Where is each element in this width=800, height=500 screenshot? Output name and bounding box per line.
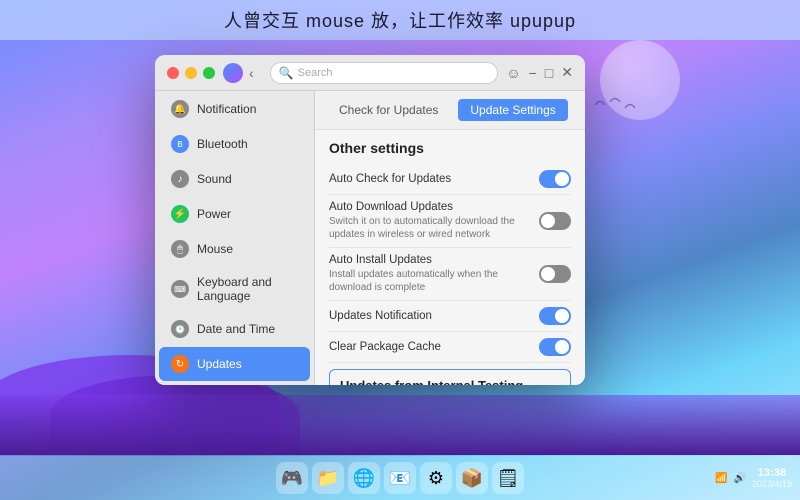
mouse-icon: 🖱: [171, 240, 189, 258]
notification-knob: [555, 309, 569, 323]
power-icon: ⚡: [171, 205, 189, 223]
internal-testing-title: Updates from Internal Testing Sources: [340, 378, 560, 385]
taskbar-clock: 13:38 2023/4/19: [752, 467, 792, 489]
setting-row-clear-cache: Clear Package Cache: [329, 332, 571, 363]
bluetooth-icon: B: [171, 135, 189, 153]
sidebar-label-mouse: Mouse: [197, 242, 233, 256]
setting-row-auto-download: Auto Download Updates Switch it on to au…: [329, 195, 571, 248]
min-icon[interactable]: −: [529, 65, 537, 81]
close-button[interactable]: [167, 67, 179, 79]
sidebar-label-keyboard: Keyboard and Language: [197, 275, 298, 303]
top-banner: 人曾交互 mouse 放，让工作效率 upupup: [0, 0, 800, 40]
keyboard-icon: ⌨: [171, 280, 189, 298]
window-controls: [167, 67, 215, 79]
emoji-icon[interactable]: ☺: [506, 65, 520, 81]
taskbar-date: 2023/4/19: [752, 479, 792, 489]
clear-cache-toggle[interactable]: [539, 338, 571, 356]
taskbar-app-6[interactable]: 🗒: [492, 462, 524, 494]
notification-icon: 🔔: [171, 100, 189, 118]
taskbar-time: 13:38: [752, 467, 792, 479]
sidebar-item-sound[interactable]: ♪ Sound: [159, 162, 310, 196]
clear-cache-label: Clear Package Cache: [329, 341, 539, 353]
auto-download-desc: Switch it on to automatically download t…: [329, 215, 531, 241]
taskbar-app-5[interactable]: 📦: [456, 462, 488, 494]
taskbar-app-2[interactable]: 🌐: [348, 462, 380, 494]
sidebar-item-datetime[interactable]: 🕐 Date and Time: [159, 312, 310, 346]
auto-install-desc: Install updates automatically when the d…: [329, 268, 531, 294]
titlebar-icons: ☺ − □ ✕: [506, 64, 573, 81]
datetime-icon: 🕐: [171, 320, 189, 338]
search-placeholder: Search: [298, 67, 333, 79]
close-icon[interactable]: ✕: [561, 64, 573, 81]
sidebar-label-datetime: Date and Time: [197, 322, 275, 336]
back-icon[interactable]: ‹: [249, 65, 254, 81]
auto-check-knob: [555, 172, 569, 186]
settings-window: ‹ 🔍 Search ☺ − □ ✕ 🔔 Notification B Blue…: [155, 55, 585, 385]
content-area: Check for Updates Update Settings Other …: [315, 91, 585, 385]
sidebar-label-bluetooth: Bluetooth: [197, 137, 248, 151]
auto-download-label: Auto Download Updates: [329, 201, 531, 213]
sidebar-item-keyboard[interactable]: ⌨ Keyboard and Language: [159, 267, 310, 311]
sidebar-item-power[interactable]: ⚡ Power: [159, 197, 310, 231]
auto-download-knob: [541, 214, 555, 228]
app-logo: [223, 63, 243, 83]
sound-icon: ♪: [171, 170, 189, 188]
auto-check-label: Auto Check for Updates: [329, 173, 539, 185]
auto-install-info: Auto Install Updates Install updates aut…: [329, 254, 531, 294]
setting-row-notification: Updates Notification: [329, 301, 571, 332]
maximize-button[interactable]: [203, 67, 215, 79]
taskbar-app-4[interactable]: ⚙: [420, 462, 452, 494]
sidebar-item-general[interactable]: ⚙ General Settings: [159, 382, 310, 385]
sidebar-label-updates: Updates: [197, 357, 242, 371]
tab-check-updates[interactable]: Check for Updates: [327, 99, 450, 121]
setting-row-auto-install: Auto Install Updates Install updates aut…: [329, 248, 571, 301]
taskbar-sound-icon: 🔊: [734, 473, 746, 484]
search-icon: 🔍: [279, 66, 294, 80]
notification-toggle[interactable]: [539, 307, 571, 325]
tab-update-settings[interactable]: Update Settings: [458, 99, 567, 121]
sidebar-label-power: Power: [197, 207, 231, 221]
auto-install-toggle[interactable]: [539, 265, 571, 283]
search-box[interactable]: 🔍 Search: [270, 62, 499, 84]
taskbar-right: 📶 🔊 13:38 2023/4/19: [715, 467, 792, 489]
taskbar-app-0[interactable]: 🎮: [276, 462, 308, 494]
taskbar-wifi-icon: 📶: [715, 473, 727, 484]
sidebar-label-notification: Notification: [197, 102, 256, 116]
clear-cache-knob: [555, 340, 569, 354]
banner-text: 人曾交互 mouse 放，让工作效率 upupup: [224, 7, 576, 33]
titlebar: ‹ 🔍 Search ☺ − □ ✕: [155, 55, 585, 91]
taskbar-app-3[interactable]: 📧: [384, 462, 416, 494]
auto-install-knob: [541, 267, 555, 281]
taskbar: 🎮 📁 🌐 📧 ⚙ 📦 🗒 📶 🔊 13:38 2023/4/19: [0, 456, 800, 500]
sidebar-item-mouse[interactable]: 🖱 Mouse: [159, 232, 310, 266]
sidebar-label-sound: Sound: [197, 172, 232, 186]
notification-label: Updates Notification: [329, 310, 539, 322]
setting-row-auto-check: Auto Check for Updates: [329, 164, 571, 195]
sidebar-item-updates[interactable]: ↻ Updates: [159, 347, 310, 381]
sidebar: 🔔 Notification B Bluetooth ♪ Sound ⚡ Pow…: [155, 91, 315, 385]
max-icon[interactable]: □: [545, 65, 553, 81]
minimize-button[interactable]: [185, 67, 197, 79]
settings-content: Other settings Auto Check for Updates Au…: [315, 130, 585, 385]
auto-check-toggle[interactable]: [539, 170, 571, 188]
taskbar-app-1[interactable]: 📁: [312, 462, 344, 494]
sidebar-item-notification[interactable]: 🔔 Notification: [159, 92, 310, 126]
birds-decoration: [590, 90, 650, 120]
window-body: 🔔 Notification B Bluetooth ♪ Sound ⚡ Pow…: [155, 91, 585, 385]
internal-testing-box: Updates from Internal Testing Sources In…: [329, 369, 571, 385]
sidebar-item-bluetooth[interactable]: B Bluetooth: [159, 127, 310, 161]
auto-install-label: Auto Install Updates: [329, 254, 531, 266]
auto-download-info: Auto Download Updates Switch it on to au…: [329, 201, 531, 241]
auto-download-toggle[interactable]: [539, 212, 571, 230]
other-settings-title: Other settings: [329, 140, 571, 156]
updates-icon: ↻: [171, 355, 189, 373]
tab-bar: Check for Updates Update Settings: [315, 91, 585, 130]
